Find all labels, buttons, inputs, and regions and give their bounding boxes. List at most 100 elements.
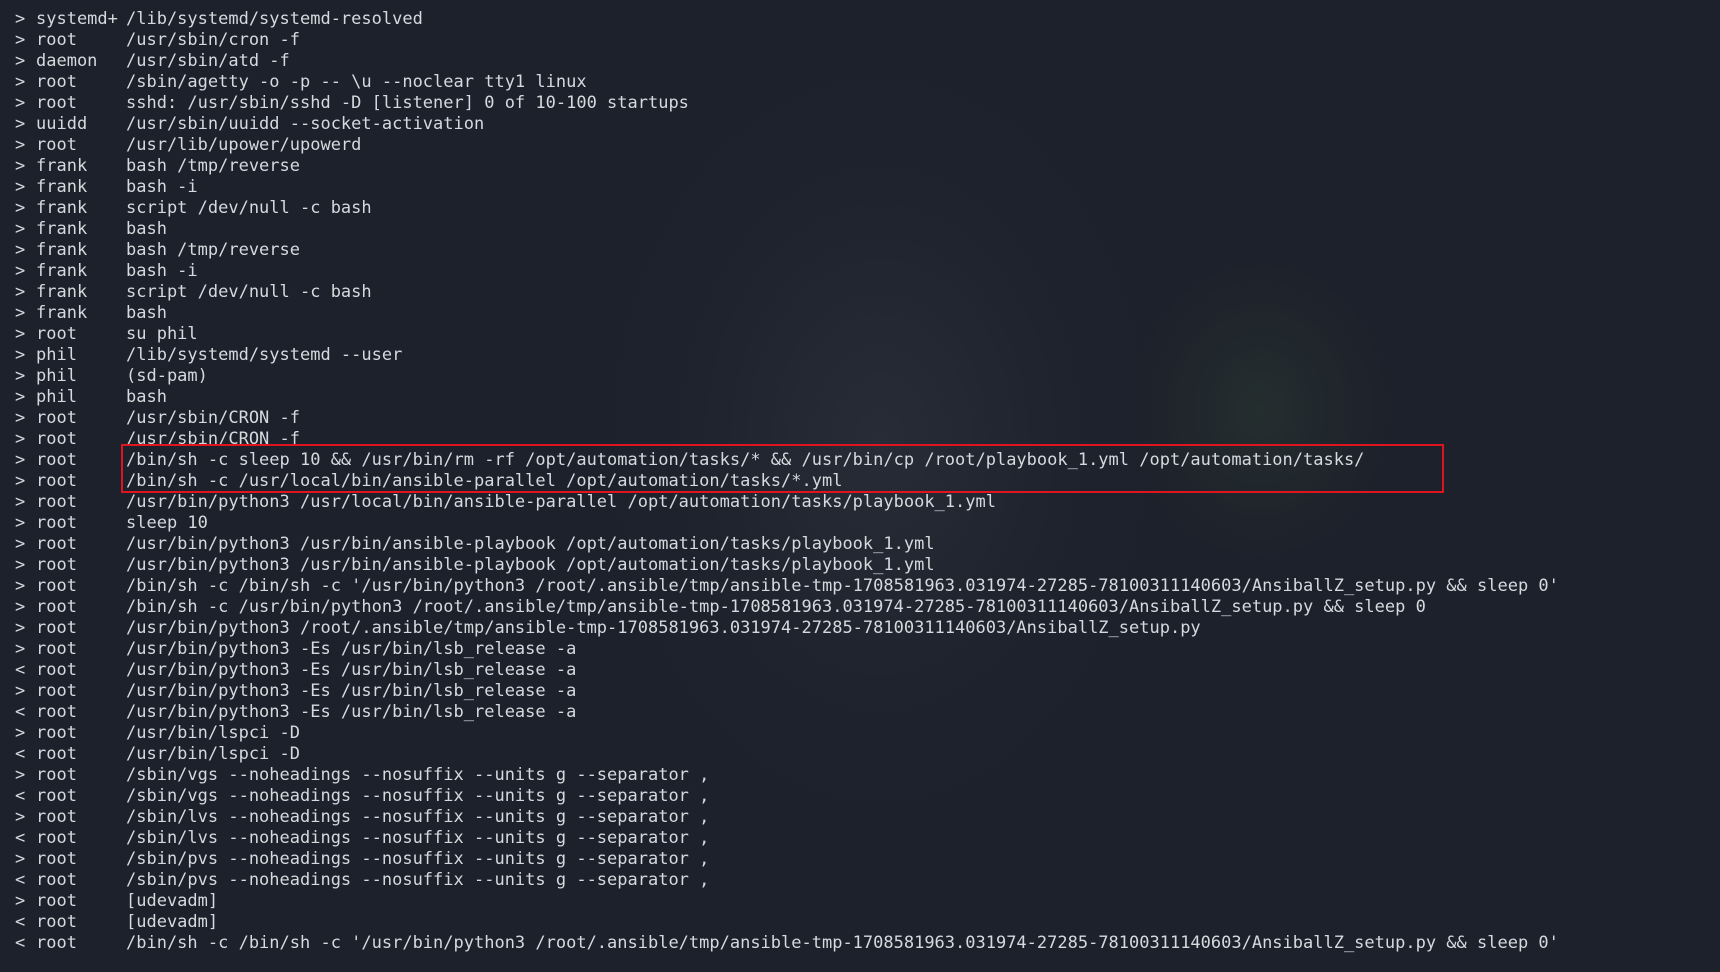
process-user: root (36, 72, 77, 92)
process-user: root (36, 429, 77, 449)
process-line: > frank script /dev/null -c bash (15, 282, 1720, 303)
event-direction: > (15, 765, 26, 785)
event-direction: < (15, 744, 26, 764)
process-line: < root/sbin/pvs --noheadings --nosuffix -… (15, 870, 1720, 891)
event-direction: < (15, 786, 26, 806)
process-line: > root/sbin/agetty -o -p -- \u --noclear … (15, 72, 1720, 93)
process-user: root (36, 513, 77, 533)
process-command: /usr/bin/lspci -D (126, 744, 300, 764)
process-command: bash -i (126, 177, 198, 197)
process-line: > root/usr/lib/upower/upowerd (15, 135, 1720, 156)
event-direction: > (15, 681, 26, 701)
process-user: root (36, 93, 77, 113)
process-user: frank (36, 198, 88, 218)
event-direction: > (15, 303, 26, 323)
process-line: > root/usr/sbin/cron -f (15, 30, 1720, 51)
process-user: root (36, 681, 77, 701)
process-user: frank (36, 177, 88, 197)
process-user: frank (36, 261, 88, 281)
process-user: frank (36, 156, 88, 176)
process-command: bash (126, 219, 167, 239)
process-command: su phil (126, 324, 198, 344)
event-direction: > (15, 555, 26, 575)
process-line: > root/usr/bin/python3 /usr/bin/ansible-p… (15, 555, 1720, 576)
process-user: root (36, 933, 77, 953)
event-direction: > (15, 387, 26, 407)
process-command: [udevadm] (126, 912, 219, 932)
event-direction: < (15, 933, 26, 953)
process-user: root (36, 450, 77, 470)
event-direction: > (15, 72, 26, 92)
event-direction: > (15, 471, 26, 491)
event-direction: > (15, 891, 26, 911)
process-line: > frank bash (15, 303, 1720, 324)
process-user: root (36, 618, 77, 638)
process-user: root (36, 534, 77, 554)
event-direction: > (15, 30, 26, 50)
process-user: root (36, 870, 77, 890)
event-direction: > (15, 492, 26, 512)
process-line: > root/usr/bin/python3 /usr/bin/ansible-p… (15, 534, 1720, 555)
process-user: root (36, 744, 77, 764)
process-command: /usr/bin/python3 -Es /usr/bin/lsb_releas… (126, 639, 577, 659)
process-user: phil (36, 387, 77, 407)
event-direction: > (15, 282, 26, 302)
process-user: root (36, 471, 77, 491)
process-line: > uuidd/usr/sbin/uuidd --socket-activatio… (15, 114, 1720, 135)
process-line: < root [udevadm] (15, 912, 1720, 933)
process-user: root (36, 492, 77, 512)
process-command: /usr/sbin/cron -f (126, 30, 300, 50)
event-direction: > (15, 450, 26, 470)
process-command: /bin/sh -c /usr/bin/python3 /root/.ansib… (126, 597, 1426, 617)
process-line: > phil bash (15, 387, 1720, 408)
process-line: > phil/lib/systemd/systemd --user (15, 345, 1720, 366)
event-direction: > (15, 51, 26, 71)
event-direction: > (15, 513, 26, 533)
process-line: < root/bin/sh -c /bin/sh -c '/usr/bin/pyt… (15, 933, 1720, 954)
event-direction: > (15, 576, 26, 596)
process-line: > phil (sd-pam) (15, 366, 1720, 387)
event-direction: > (15, 849, 26, 869)
terminal-window[interactable]: > systemd+ /lib/systemd/systemd-resolved > r… (0, 0, 1720, 972)
process-user: phil (36, 345, 77, 365)
process-line: < root/usr/bin/python3 -Es /usr/bin/lsb_r… (15, 702, 1720, 723)
process-user: root (36, 849, 77, 869)
event-direction: > (15, 639, 26, 659)
process-command: bash /tmp/reverse (126, 156, 300, 176)
process-user: daemon (36, 51, 98, 71)
event-direction: > (15, 597, 26, 617)
event-direction: < (15, 870, 26, 890)
process-line: < root/usr/bin/lspci -D (15, 744, 1720, 765)
process-line: > frank bash -i (15, 261, 1720, 282)
event-direction: > (15, 261, 26, 281)
process-line: > frank bash -i (15, 177, 1720, 198)
process-command: bash (126, 387, 167, 407)
process-line: > root/usr/sbin/CRON -f (15, 408, 1720, 429)
process-line: > systemd+ /lib/systemd/systemd-resolved (15, 9, 1720, 30)
highlight-box (121, 444, 1444, 493)
process-command: bash -i (126, 261, 198, 281)
process-line: < root/sbin/lvs --noheadings --nosuffix -… (15, 828, 1720, 849)
event-direction: > (15, 93, 26, 113)
process-user: root (36, 555, 77, 575)
event-direction: > (15, 618, 26, 638)
process-command: /sbin/agetty -o -p -- \u --noclear tty1 … (126, 72, 587, 92)
process-command: sshd: /usr/sbin/sshd -D [listener] 0 of … (126, 93, 689, 113)
event-direction: > (15, 429, 26, 449)
event-direction: > (15, 345, 26, 365)
event-direction: > (15, 177, 26, 197)
process-user: root (36, 660, 77, 680)
process-line: > root sshd: /usr/sbin/sshd -D [listener] … (15, 93, 1720, 114)
process-command: /usr/bin/python3 -Es /usr/bin/lsb_releas… (126, 702, 577, 722)
process-command: [udevadm] (126, 891, 219, 911)
process-user: root (36, 828, 77, 848)
process-command: /sbin/pvs --noheadings --nosuffix --unit… (126, 849, 710, 869)
process-command: /usr/sbin/atd -f (126, 51, 290, 71)
process-user: root (36, 576, 77, 596)
process-line: > frank bash /tmp/reverse (15, 240, 1720, 261)
event-direction: > (15, 9, 26, 29)
process-command: script /dev/null -c bash (126, 198, 372, 218)
process-command: /lib/systemd/systemd-resolved (126, 9, 423, 29)
process-user: root (36, 702, 77, 722)
process-command: /usr/bin/python3 /root/.ansible/tmp/ansi… (126, 618, 1201, 638)
